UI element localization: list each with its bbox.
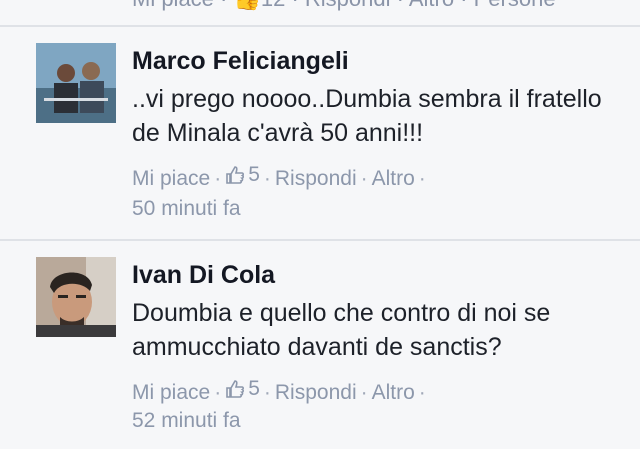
comment-text: ..vi prego noooo..Dumbia sembra il frate… [132, 85, 602, 147]
separator: · [418, 167, 426, 190]
thumbs-up-icon [226, 166, 245, 184]
separator: · [360, 167, 368, 190]
like-count[interactable]: 5 [225, 375, 260, 403]
comment-timestamp: 50 minuti fa [132, 197, 241, 220]
comment-timestamp: 52 minuti fa [132, 409, 241, 432]
thumbs-up-icon [226, 380, 245, 398]
separator: · [214, 167, 222, 190]
reply-link[interactable]: Rispondi [275, 381, 357, 404]
more-link[interactable]: Altro [372, 381, 415, 404]
separator: · [214, 381, 222, 404]
more-link[interactable]: Altro [372, 167, 415, 190]
comment-actions: Mi piace · 5 · Rispondi · Altro · [132, 161, 430, 193]
like-count[interactable]: 5 [225, 161, 260, 189]
like-count-value: 5 [248, 163, 260, 186]
comment-text: Doumbia e quello che contro di noi se am… [132, 299, 551, 361]
separator: · [263, 167, 271, 190]
previous-comment-actions: Mi piace · 👍12 · Rispondi · Altro · Pers… [132, 0, 556, 12]
like-count-value: 5 [248, 377, 260, 400]
avatar[interactable] [36, 43, 116, 123]
comment-author[interactable]: Ivan Di Cola [132, 261, 275, 290]
avatar[interactable] [36, 257, 116, 337]
separator: · [360, 381, 368, 404]
comment-item: Marco Feliciangeli ..vi prego noooo..Dum… [0, 27, 640, 239]
comment-author[interactable]: Marco Feliciangeli [132, 47, 349, 76]
separator: · [263, 381, 271, 404]
comment-actions: Mi piace · 5 · Rispondi · Altro · [132, 375, 430, 407]
reply-link[interactable]: Rispondi [275, 167, 357, 190]
like-link[interactable]: Mi piace [132, 167, 210, 190]
separator: · [418, 381, 426, 404]
like-link[interactable]: Mi piace [132, 381, 210, 404]
comment-item: Ivan Di Cola Doumbia e quello che contro… [0, 241, 640, 449]
